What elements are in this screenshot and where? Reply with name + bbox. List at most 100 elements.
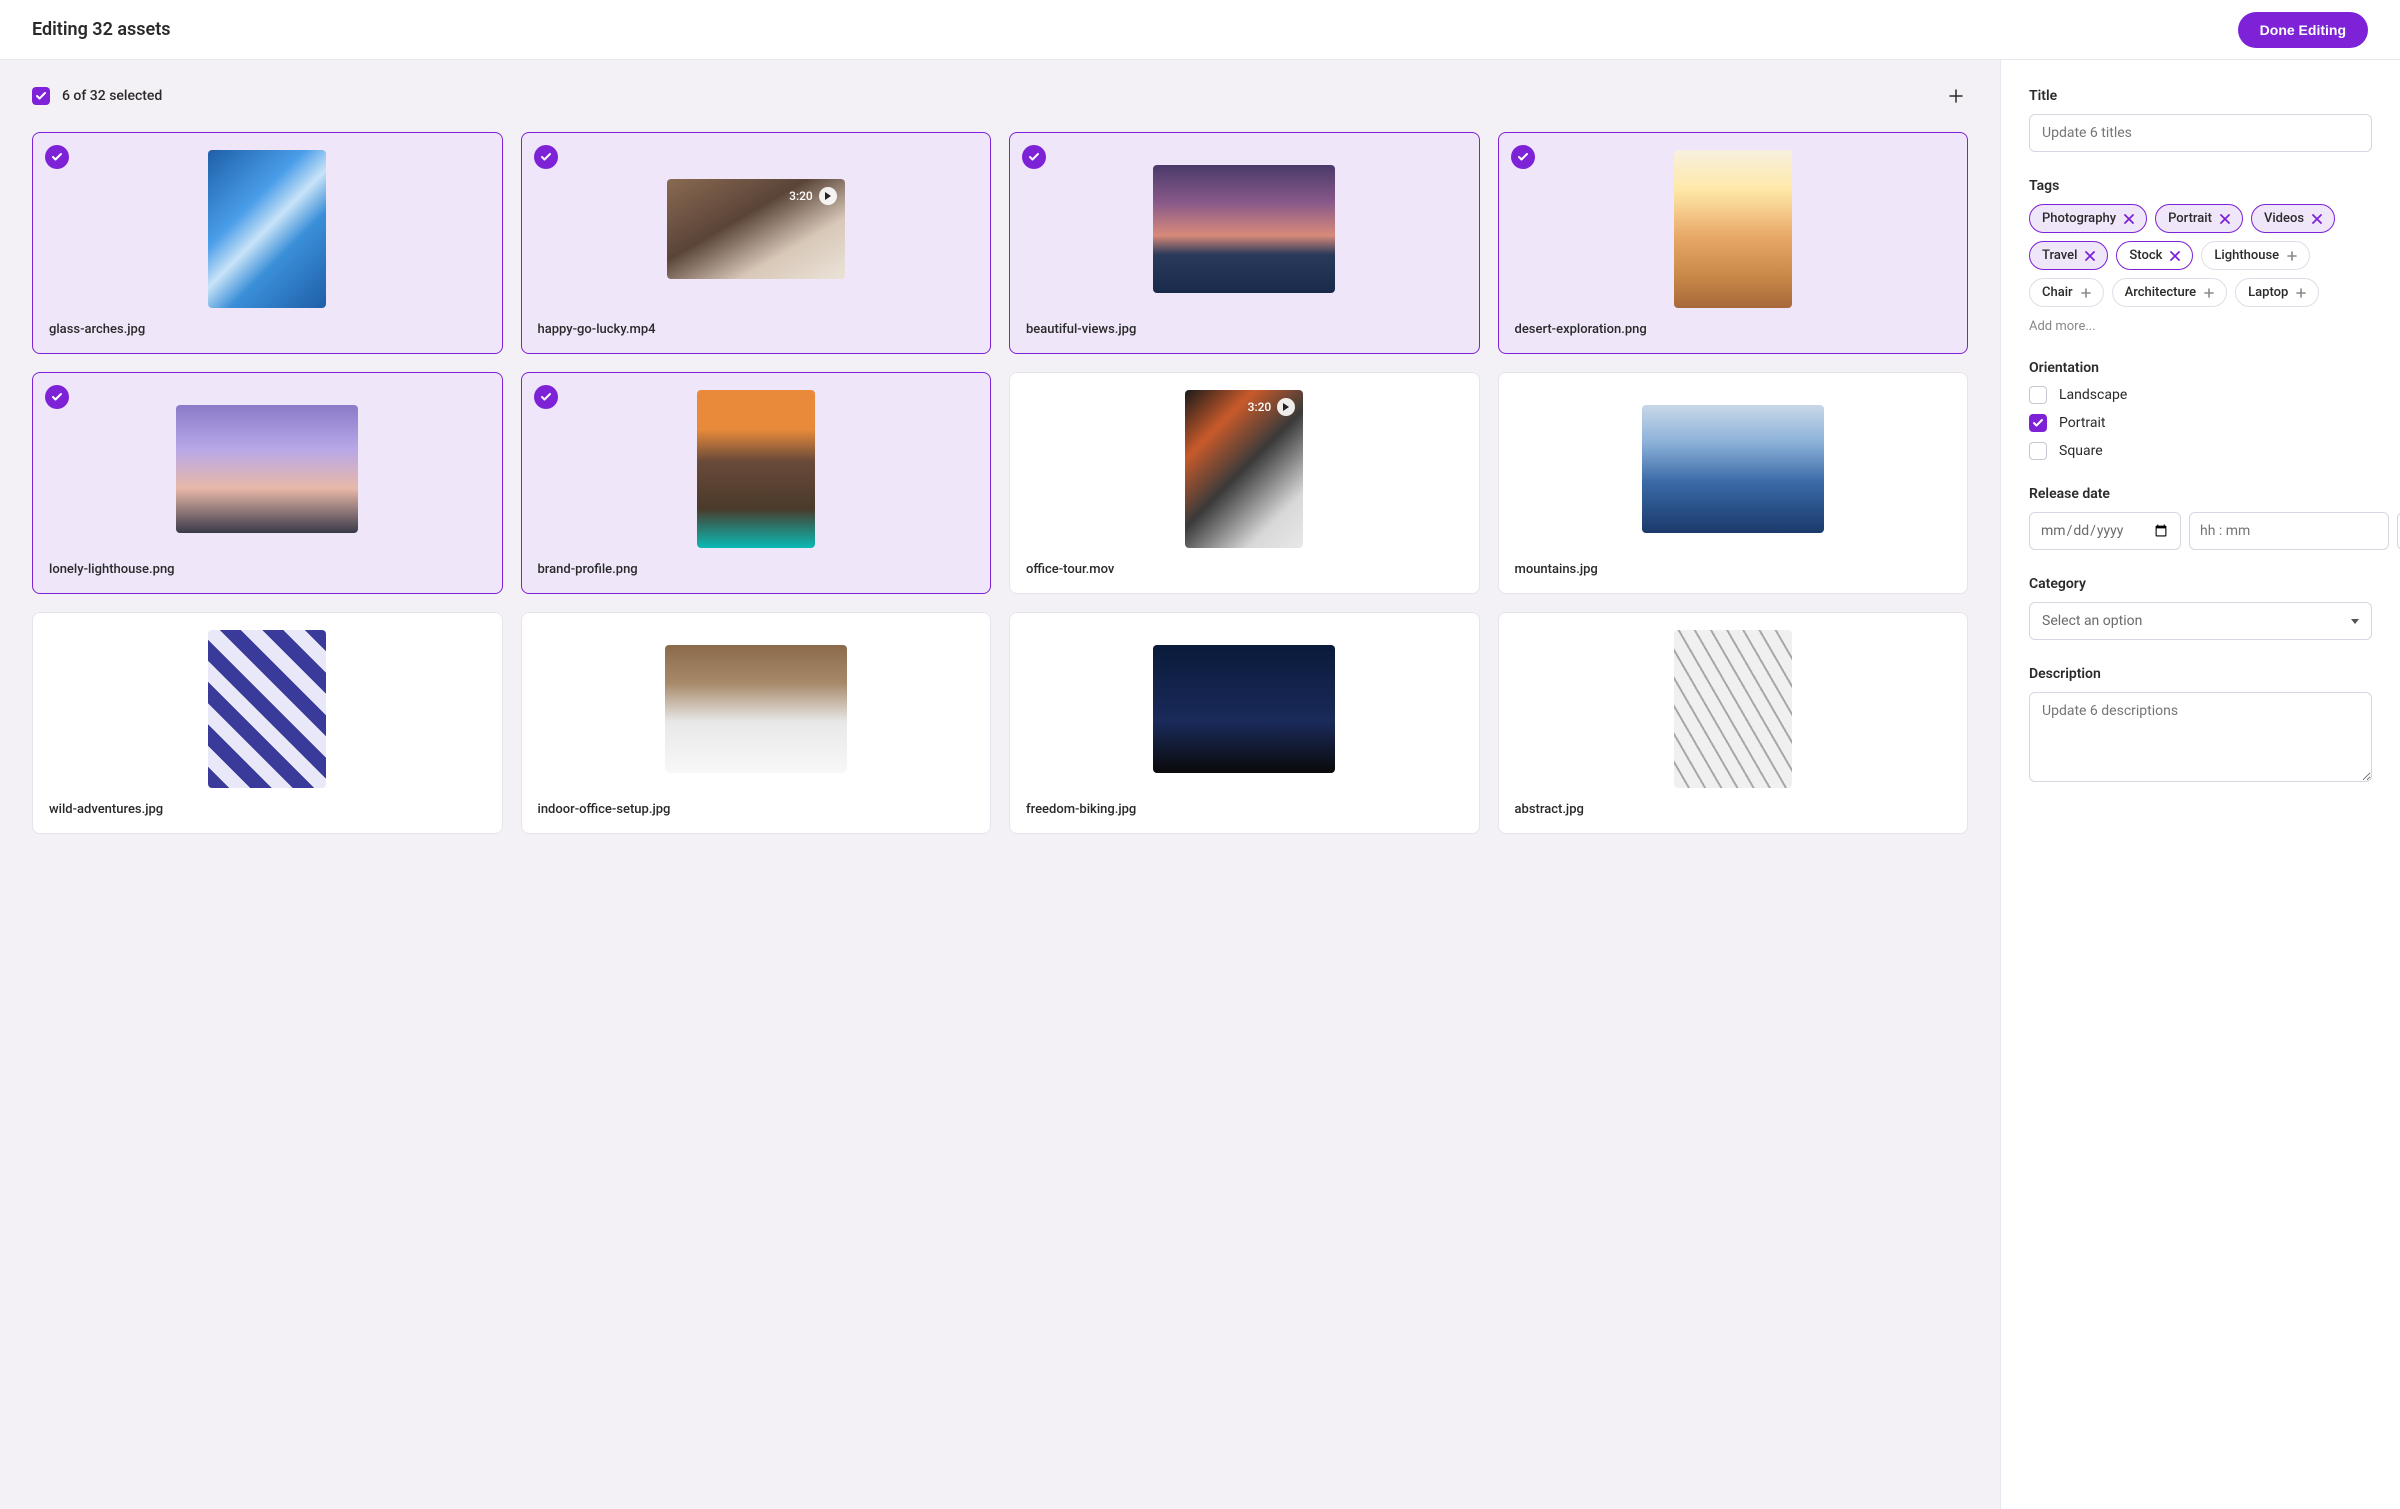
asset-card[interactable]: desert-exploration.png xyxy=(1498,132,1969,354)
thumbnail xyxy=(1674,150,1792,308)
tag-text: Videos xyxy=(2264,211,2304,226)
tags-field-group: Tags PhotographyPortraitVideosTravelStoc… xyxy=(2029,178,2372,334)
category-label: Category xyxy=(2029,576,2372,592)
main: 6 of 32 selected glass-arches.jpg 3:20 hap… xyxy=(0,60,2400,1509)
plus-icon[interactable] xyxy=(2287,251,2297,261)
orientation-option[interactable]: Landscape xyxy=(2029,386,2372,404)
asset-card[interactable]: indoor-office-setup.jpg xyxy=(521,612,992,834)
video-badge: 3:20 xyxy=(789,187,837,205)
close-icon[interactable] xyxy=(2170,251,2180,261)
caret-down-icon xyxy=(2351,619,2359,624)
play-icon xyxy=(819,187,837,205)
checkbox[interactable] xyxy=(2029,386,2047,404)
video-badge: 3:20 xyxy=(1248,398,1296,416)
asset-card[interactable]: brand-profile.png xyxy=(521,372,992,594)
tag-chip[interactable]: Travel xyxy=(2029,241,2108,270)
selected-badge[interactable] xyxy=(534,385,558,409)
orientation-options: Landscape Portrait Square xyxy=(2029,386,2372,460)
asset-filename: abstract.jpg xyxy=(1515,802,1952,817)
tag-chip[interactable]: Lighthouse xyxy=(2201,241,2310,270)
thumbnail xyxy=(1642,405,1824,533)
thumbnail xyxy=(208,150,326,308)
video-duration: 3:20 xyxy=(789,189,813,203)
thumbnail xyxy=(1674,630,1792,788)
description-input[interactable] xyxy=(2029,692,2372,782)
thumbnail-wrap xyxy=(49,389,486,548)
selected-badge[interactable] xyxy=(1022,145,1046,169)
thumbnail-wrap: 3:20 xyxy=(1026,389,1463,548)
tag-chip[interactable]: Videos xyxy=(2251,204,2335,233)
plus-icon[interactable] xyxy=(2204,288,2214,298)
orientation-option[interactable]: Portrait xyxy=(2029,414,2372,432)
add-asset-button[interactable] xyxy=(1944,84,1968,108)
asset-card[interactable]: glass-arches.jpg xyxy=(32,132,503,354)
asset-card[interactable]: freedom-biking.jpg xyxy=(1009,612,1480,834)
asset-card[interactable]: 3:20 happy-go-lucky.mp4 xyxy=(521,132,992,354)
sidebar: Title Tags PhotographyPortraitVideosTrav… xyxy=(2000,60,2400,1509)
asset-card[interactable]: wild-adventures.jpg xyxy=(32,612,503,834)
gallery-header: 6 of 32 selected xyxy=(32,84,1968,108)
selected-badge[interactable] xyxy=(1511,145,1535,169)
close-icon[interactable] xyxy=(2220,214,2230,224)
orientation-option[interactable]: Square xyxy=(2029,442,2372,460)
header: Editing 32 assets Done Editing xyxy=(0,0,2400,60)
thumbnail: 3:20 xyxy=(667,179,845,279)
thumbnail xyxy=(208,630,326,788)
thumbnail-wrap xyxy=(538,389,975,548)
tag-chip[interactable]: Architecture xyxy=(2112,278,2228,307)
asset-filename: happy-go-lucky.mp4 xyxy=(538,322,975,337)
plus-icon[interactable] xyxy=(2296,288,2306,298)
tag-text: Stock xyxy=(2129,248,2162,263)
asset-card[interactable]: lonely-lighthouse.png xyxy=(32,372,503,594)
close-icon[interactable] xyxy=(2124,214,2134,224)
release-date-label: Release date xyxy=(2029,486,2372,502)
release-date-input[interactable] xyxy=(2029,512,2181,550)
title-field-group: Title xyxy=(2029,88,2372,152)
video-duration: 3:20 xyxy=(1248,400,1272,414)
done-editing-button[interactable]: Done Editing xyxy=(2238,12,2368,48)
selected-badge[interactable] xyxy=(45,145,69,169)
tag-chip[interactable]: Stock xyxy=(2116,241,2193,270)
asset-filename: indoor-office-setup.jpg xyxy=(538,802,975,817)
asset-filename: desert-exploration.png xyxy=(1515,322,1952,337)
tag-text: Travel xyxy=(2042,248,2077,263)
add-more-tags[interactable]: Add more... xyxy=(2029,319,2372,334)
close-icon[interactable] xyxy=(2085,251,2095,261)
thumbnail-wrap xyxy=(1026,149,1463,308)
asset-filename: lonely-lighthouse.png xyxy=(49,562,486,577)
thumbnail-wrap xyxy=(538,629,975,788)
checkbox[interactable] xyxy=(2029,414,2047,432)
category-select[interactable]: Select an option xyxy=(2029,602,2372,640)
thumbnail xyxy=(697,390,815,548)
master-checkbox[interactable] xyxy=(32,87,50,105)
selected-badge[interactable] xyxy=(45,385,69,409)
close-icon[interactable] xyxy=(2312,214,2322,224)
orientation-field-group: Orientation LandscapePortraitSquare xyxy=(2029,360,2372,460)
title-label: Title xyxy=(2029,88,2372,104)
selection-group: 6 of 32 selected xyxy=(32,87,162,105)
asset-filename: office-tour.mov xyxy=(1026,562,1463,577)
asset-card[interactable]: 3:20 office-tour.mov xyxy=(1009,372,1480,594)
tag-chip[interactable]: Chair xyxy=(2029,278,2104,307)
gallery-pane: 6 of 32 selected glass-arches.jpg 3:20 hap… xyxy=(0,60,2000,1509)
release-time-input[interactable] xyxy=(2189,512,2389,550)
orientation-label-text: Square xyxy=(2059,443,2103,459)
tag-text: Architecture xyxy=(2125,285,2197,300)
plus-icon[interactable] xyxy=(2081,288,2091,298)
asset-filename: beautiful-views.jpg xyxy=(1026,322,1463,337)
checkbox[interactable] xyxy=(2029,442,2047,460)
asset-card[interactable]: abstract.jpg xyxy=(1498,612,1969,834)
category-placeholder: Select an option xyxy=(2042,613,2142,629)
tag-chip[interactable]: Portrait xyxy=(2155,204,2243,233)
thumbnail-wrap xyxy=(49,149,486,308)
selected-badge[interactable] xyxy=(534,145,558,169)
tag-chip[interactable]: Photography xyxy=(2029,204,2147,233)
title-input[interactable] xyxy=(2029,114,2372,152)
asset-card[interactable]: mountains.jpg xyxy=(1498,372,1969,594)
selection-count: 6 of 32 selected xyxy=(62,88,162,104)
asset-filename: brand-profile.png xyxy=(538,562,975,577)
asset-grid: glass-arches.jpg 3:20 happy-go-lucky.mp4 be… xyxy=(32,132,1968,834)
asset-card[interactable]: beautiful-views.jpg xyxy=(1009,132,1480,354)
tag-chip[interactable]: Laptop xyxy=(2235,278,2319,307)
thumbnail-wrap xyxy=(49,629,486,788)
